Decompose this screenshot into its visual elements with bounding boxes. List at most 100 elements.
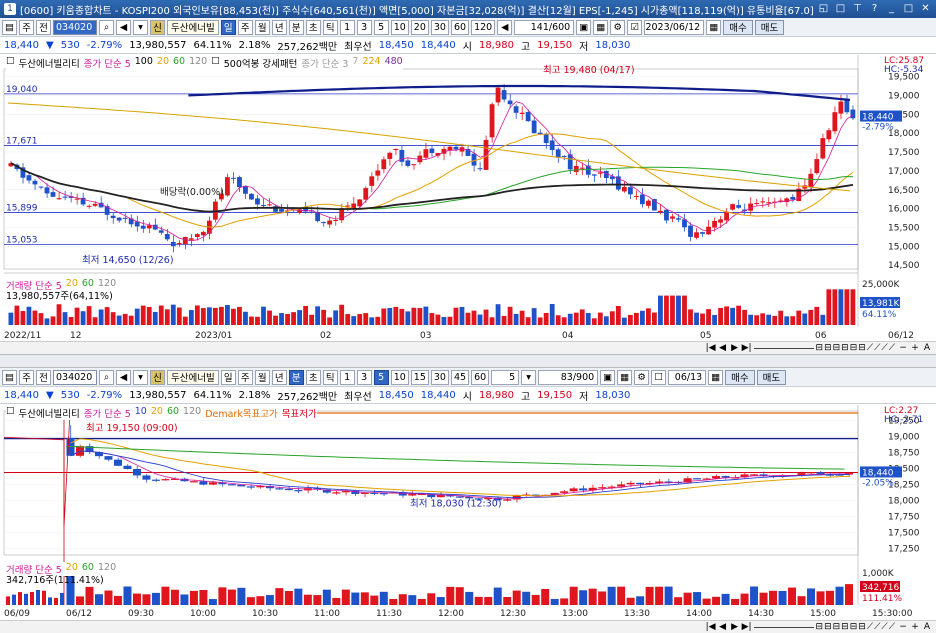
lock-icon[interactable]: ▣	[576, 19, 592, 35]
period-week[interactable]: 주	[237, 369, 253, 385]
prev-select[interactable]: 전	[36, 19, 51, 35]
min-1[interactable]: 1	[339, 369, 355, 385]
min-20[interactable]: 20	[410, 19, 429, 35]
min-30[interactable]: 30	[430, 369, 449, 385]
period-tick[interactable]: 틱	[322, 369, 338, 385]
zoom-in-icon[interactable]: +	[910, 622, 920, 632]
period-minute[interactable]: 분	[288, 19, 304, 35]
search-icon[interactable]: ⌕	[99, 19, 114, 35]
minute-scrollbar[interactable]: |◀ ◀ ▶ ▶| ⊟⊟⊟⊟⊟⊟⟋⟋⟋⟋ − + A	[0, 620, 936, 633]
date-input[interactable]: 2023/06/12	[644, 19, 705, 35]
checkbox-icon[interactable]: ☐	[6, 406, 15, 420]
period-tick[interactable]: 틱	[322, 19, 338, 35]
scroll-last-icon[interactable]: ▶|	[742, 622, 752, 632]
nav-prev-icon[interactable]: ◀	[497, 19, 513, 35]
sound-icon[interactable]: ◀	[116, 19, 131, 35]
count-input[interactable]: 83/900	[538, 369, 599, 385]
help-icon[interactable]: ?	[868, 2, 881, 15]
link-icon[interactable]: ◱	[817, 2, 830, 15]
stock-code-input[interactable]: 034020	[53, 369, 97, 385]
check-icon[interactable]: ☑	[627, 19, 643, 35]
daily-chart-svg[interactable]: 19,50019,00018,50018,00017,50017,00016,5…	[0, 55, 936, 341]
buy-button[interactable]: 매수	[725, 369, 755, 385]
min-3[interactable]: 3	[356, 369, 372, 385]
calendar-icon[interactable]: ▦	[706, 19, 722, 35]
zoom-out-icon[interactable]: −	[898, 343, 908, 353]
chart-icon[interactable]: ▦	[593, 19, 609, 35]
prev-select[interactable]: 전	[36, 369, 51, 385]
chart-icon[interactable]: ▦	[617, 369, 633, 385]
daily-scrollbar[interactable]: |◀ ◀ ▶ ▶| ⊟⊟⊟⊟⊟⊟⟋⟋⟋⟋ − + A	[0, 341, 936, 354]
sin-icon[interactable]: 신	[150, 19, 165, 35]
min-15[interactable]: 15	[410, 369, 429, 385]
tool-icons[interactable]: ⊟⊟⊟⊟⊟⊟⟋⟋⟋⟋	[816, 343, 896, 353]
min-120[interactable]: 120	[471, 19, 496, 35]
tool-icons[interactable]: ⊟⊟⊟⊟⊟⊟⟋⟋⟋⟋	[816, 622, 896, 632]
sell-button[interactable]: 매도	[756, 369, 787, 385]
maximize-icon[interactable]: □	[902, 2, 915, 15]
scroll-first-icon[interactable]: |◀	[706, 622, 716, 632]
zoom-in-icon[interactable]: +	[910, 343, 920, 353]
checkbox-icon[interactable]: ☐	[211, 56, 220, 70]
min-60[interactable]: 60	[450, 19, 470, 35]
check-icon[interactable]: ☐	[651, 369, 667, 385]
min-5[interactable]: 5	[373, 369, 389, 385]
sell-button[interactable]: 매도	[754, 19, 785, 35]
settings-icon[interactable]: ⚙	[634, 369, 650, 385]
calendar-icon[interactable]: ▦	[708, 369, 724, 385]
scroll-left-icon[interactable]: ◀	[718, 343, 728, 353]
layout-icon[interactable]: ▤	[2, 369, 17, 385]
period-year[interactable]: 년	[271, 19, 287, 35]
scroll-right-icon[interactable]: ▶	[730, 343, 740, 353]
date-input[interactable]: 06/13	[668, 369, 707, 385]
period-week[interactable]: 주	[237, 19, 253, 35]
count-input[interactable]: 141/600	[514, 19, 575, 35]
period-day[interactable]: 일	[220, 369, 236, 385]
zoom-slider[interactable]	[753, 347, 814, 349]
scroll-left-icon[interactable]: ◀	[718, 622, 728, 632]
min-30[interactable]: 30	[430, 19, 449, 35]
period-second[interactable]: 초	[305, 19, 321, 35]
pane-splitter[interactable]	[0, 354, 936, 368]
minute-select[interactable]: 5	[491, 369, 520, 385]
settings-icon[interactable]: ⚙	[610, 19, 626, 35]
minimize-icon[interactable]: _	[885, 2, 898, 15]
nav-prev-icon[interactable]: ▾	[521, 369, 537, 385]
minute-chart-pane[interactable]: 19,250 19,000 18,750 18,500 18,250 18,000 17,7…	[0, 405, 936, 620]
buy-button[interactable]: 매수	[723, 19, 753, 35]
period-second[interactable]: 초	[305, 369, 321, 385]
min-5[interactable]: 5	[373, 19, 389, 35]
menu-select[interactable]: 주	[19, 19, 34, 35]
min-1[interactable]: 1	[339, 19, 355, 35]
period-month[interactable]: 월	[254, 369, 270, 385]
lock-icon[interactable]: ▣	[600, 369, 616, 385]
sound-icon[interactable]: ◀	[116, 369, 131, 385]
scroll-last-icon[interactable]: ▶|	[742, 343, 752, 353]
period-year[interactable]: 년	[271, 369, 287, 385]
menu-select[interactable]: 주	[19, 369, 34, 385]
scroll-first-icon[interactable]: |◀	[706, 343, 716, 353]
min-60[interactable]: 60	[471, 369, 490, 385]
arrow-down-icon[interactable]: ▾	[133, 369, 148, 385]
min-45[interactable]: 45	[450, 369, 470, 385]
scroll-right-icon[interactable]: ▶	[730, 622, 740, 632]
arrow-down-icon[interactable]: ▾	[133, 19, 148, 35]
close-icon[interactable]: ✕	[919, 2, 932, 15]
search-icon[interactable]: ⌕	[99, 369, 114, 385]
restore-icon[interactable]: □	[834, 2, 847, 15]
min-10[interactable]: 10	[390, 369, 409, 385]
period-minute[interactable]: 분	[288, 369, 304, 385]
min-10[interactable]: 10	[390, 19, 409, 35]
zoom-slider[interactable]	[753, 626, 814, 628]
daily-chart-pane[interactable]: 19,500 19,000 18,500 18,000 17,500 17,000 16,5…	[0, 55, 936, 341]
period-day[interactable]: 일	[220, 19, 236, 35]
checkbox-icon[interactable]: ☐	[6, 56, 15, 70]
sin-icon[interactable]: 신	[150, 369, 165, 385]
stock-code-input[interactable]: 034020	[53, 19, 97, 35]
min-3[interactable]: 3	[356, 19, 372, 35]
pin-icon[interactable]: ⊤	[851, 2, 864, 15]
auto-icon[interactable]: A	[922, 622, 932, 632]
layout-icon[interactable]: ▤	[2, 19, 17, 35]
period-month[interactable]: 월	[254, 19, 270, 35]
zoom-out-icon[interactable]: −	[898, 622, 908, 632]
